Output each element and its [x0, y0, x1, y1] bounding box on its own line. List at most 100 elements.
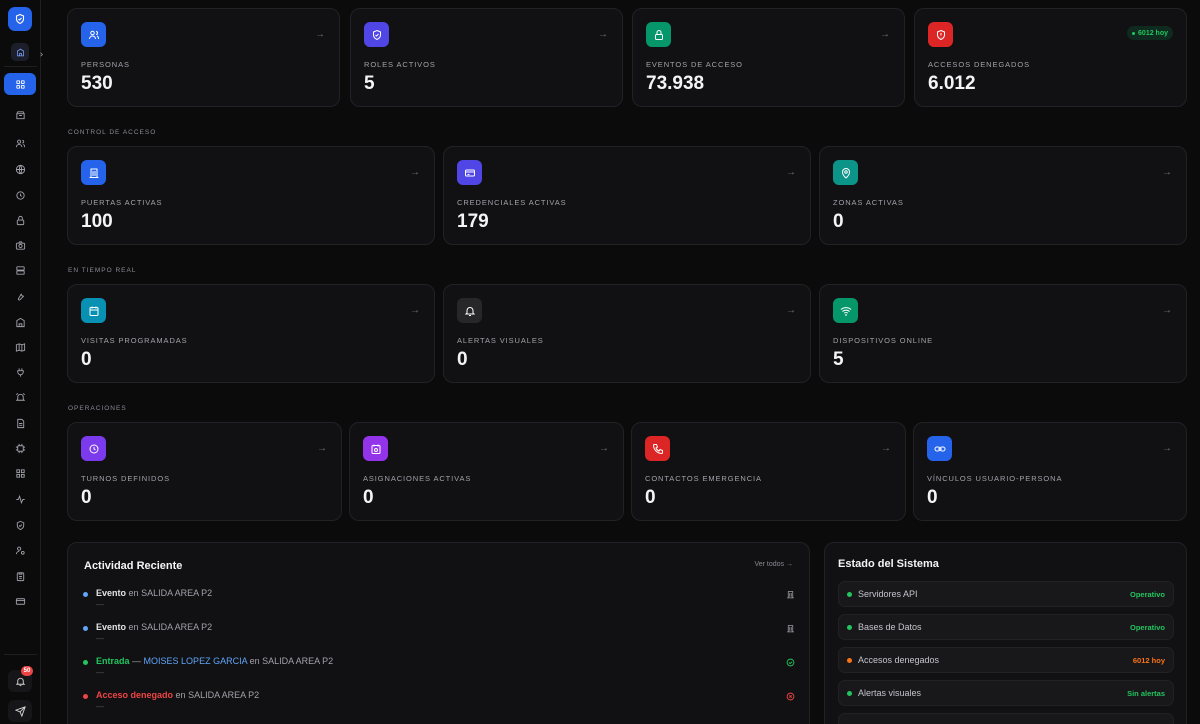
sidebar-item-lock[interactable] [4, 209, 36, 231]
wrench-icon [17, 293, 24, 300]
arrow-right-icon: → [317, 443, 327, 454]
clock-icon [15, 190, 25, 200]
stat-label: DISPOSITIVOS ONLINE [833, 336, 934, 345]
status-name: Bases de Datos [858, 622, 922, 632]
stat-value: 5 [364, 73, 375, 94]
sidebar: 50 [0, 0, 43, 724]
sidebar-item-activity[interactable] [4, 488, 36, 510]
shield-icon [16, 520, 24, 530]
activity-kind: Acceso denegado [96, 690, 174, 700]
stat-value: 179 [457, 211, 489, 232]
sidebar-item-shield[interactable] [4, 514, 36, 536]
stat-card-vinculos-usuario-persona[interactable]: → VÍNCULOS USUARIO-PERSONA 0 [913, 422, 1187, 521]
activity-item[interactable]: Evento en SALIDA AREA P2 — [83, 622, 795, 648]
card-icon-tile [81, 298, 106, 323]
activity-text: Evento en SALIDA AREA P2 [96, 622, 212, 632]
arrow-right-icon: → [315, 29, 325, 40]
stat-card-contactos-emergencia[interactable]: → CONTACTOS EMERGENCIA 0 [631, 422, 906, 521]
stat-label: CONTACTOS EMERGENCIA [645, 474, 762, 483]
stat-label: PERSONAS [81, 60, 130, 69]
phone-icon [652, 443, 663, 454]
sidebar-item-inbox[interactable] [4, 104, 36, 126]
sidebar-item-wrench[interactable] [4, 285, 36, 307]
status-dot [83, 660, 88, 665]
arrow-right-icon: → [880, 29, 890, 40]
activity-item[interactable]: Acceso denegado en SALIDA AREA P2 — [83, 690, 795, 716]
stat-card-personas[interactable]: → PERSONAS 530 [67, 8, 340, 107]
sidebar-item-clipboard[interactable] [4, 565, 36, 587]
arrow-right-icon: → [410, 167, 420, 178]
activity-connector: en [249, 656, 260, 666]
sidebar-item-building[interactable] [4, 311, 36, 333]
sidebar-item-camera[interactable] [4, 234, 36, 256]
workspace-switcher[interactable] [11, 43, 29, 61]
activity-item[interactable]: Evento en SALIDA AREA P2 — [83, 588, 795, 614]
status-name: Alertas visuales [858, 688, 922, 698]
chevron-right-icon[interactable] [37, 50, 45, 58]
activity-place: SALIDA AREA P2 [141, 622, 213, 632]
stat-value: 0 [363, 487, 374, 508]
stat-label: TURNOS DEFINIDOS [81, 474, 170, 483]
stat-card-visitas-programadas[interactable]: → VISITAS PROGRAMADAS 0 [67, 284, 435, 383]
stat-card-alertas-visuales[interactable]: → ALERTAS VISUALES 0 [443, 284, 811, 383]
activity-place: SALIDA AREA P2 [141, 588, 213, 598]
activity-item[interactable]: Entrada — MOISES LOPEZ GARCIA en SALIDA … [83, 656, 795, 682]
sidebar-item-map[interactable] [4, 336, 36, 358]
sidebar-item-plug[interactable] [4, 361, 36, 383]
activity-text: Acceso denegado en SALIDA AREA P2 [96, 690, 259, 700]
stat-card-zonas-activas[interactable]: → ZONAS ACTIVAS 0 [819, 146, 1187, 245]
system-status-item [838, 713, 1174, 724]
app-logo[interactable] [8, 7, 32, 31]
stat-value: 530 [81, 73, 113, 94]
sidebar-divider [4, 66, 37, 67]
sidebar-item-clock[interactable] [4, 184, 36, 206]
sidebar-item-document[interactable] [4, 412, 36, 434]
sidebar-item-alarm[interactable] [4, 386, 36, 408]
status-dot [847, 691, 852, 696]
users-icon [88, 30, 99, 39]
activity-person-link[interactable]: MOISES LOPEZ GARCIA [144, 656, 248, 666]
stat-card-puertas-activas[interactable]: → PUERTAS ACTIVAS 100 [67, 146, 435, 245]
stat-label: CREDENCIALES ACTIVAS [457, 198, 567, 207]
clipboard-icon [16, 571, 24, 581]
sidebar-item-server[interactable] [4, 259, 36, 281]
activity-sub: — [96, 600, 104, 609]
status-dot [847, 625, 852, 630]
stat-value: 0 [833, 211, 844, 232]
stat-label: EVENTOS DE ACCESO [646, 60, 743, 69]
card-icon-tile [457, 160, 482, 185]
document-icon [16, 418, 24, 428]
arrow-right-icon: → [599, 443, 609, 454]
card-icon-tile [81, 160, 106, 185]
stat-card-dispositivos-online[interactable]: → DISPOSITIVOS ONLINE 5 [819, 284, 1187, 383]
sidebar-item-card[interactable] [4, 590, 36, 612]
stat-card-roles-activos[interactable]: → ROLES ACTIVOS 5 [350, 8, 623, 107]
sidebar-item-grid[interactable] [4, 462, 36, 484]
activity-sub: — [96, 668, 104, 677]
status-name: Servidores API [858, 589, 918, 599]
stat-card-asignaciones-activas[interactable]: → ASIGNACIONES ACTIVAS 0 [349, 422, 624, 521]
sidebar-item-user-cog[interactable] [4, 539, 36, 561]
activity-connector: en [128, 622, 139, 632]
send-button[interactable] [8, 700, 32, 722]
status-value: Sin alertas [1127, 689, 1165, 698]
sidebar-item-users[interactable] [4, 132, 36, 154]
see-all-link[interactable]: Ver todos → [754, 561, 793, 568]
grid-icon [15, 468, 25, 478]
dashboard-icon [15, 79, 25, 89]
activity-sub: — [96, 634, 104, 643]
stat-card-accesos-denegados[interactable]: 6012 hoy ACCESOS DENEGADOS 6.012 [914, 8, 1187, 107]
stat-card-eventos-de-acceso[interactable]: → EVENTOS DE ACCESO 73.938 [632, 8, 905, 107]
stat-card-turnos-definidos[interactable]: → TURNOS DEFINIDOS 0 [67, 422, 342, 521]
plug-icon [16, 367, 24, 377]
door-icon [785, 589, 795, 599]
status-dot [847, 658, 852, 663]
sidebar-item-globe[interactable] [4, 158, 36, 180]
bell-icon [15, 677, 25, 686]
sidebar-item-chip[interactable] [4, 437, 36, 459]
sidebar-item-dashboard[interactable] [4, 73, 36, 95]
activity-kind: Evento [96, 588, 127, 598]
stat-card-credenciales-activas[interactable]: → CREDENCIALES ACTIVAS 179 [443, 146, 811, 245]
stat-value: 0 [457, 349, 468, 370]
activity-dash: — [132, 656, 142, 666]
